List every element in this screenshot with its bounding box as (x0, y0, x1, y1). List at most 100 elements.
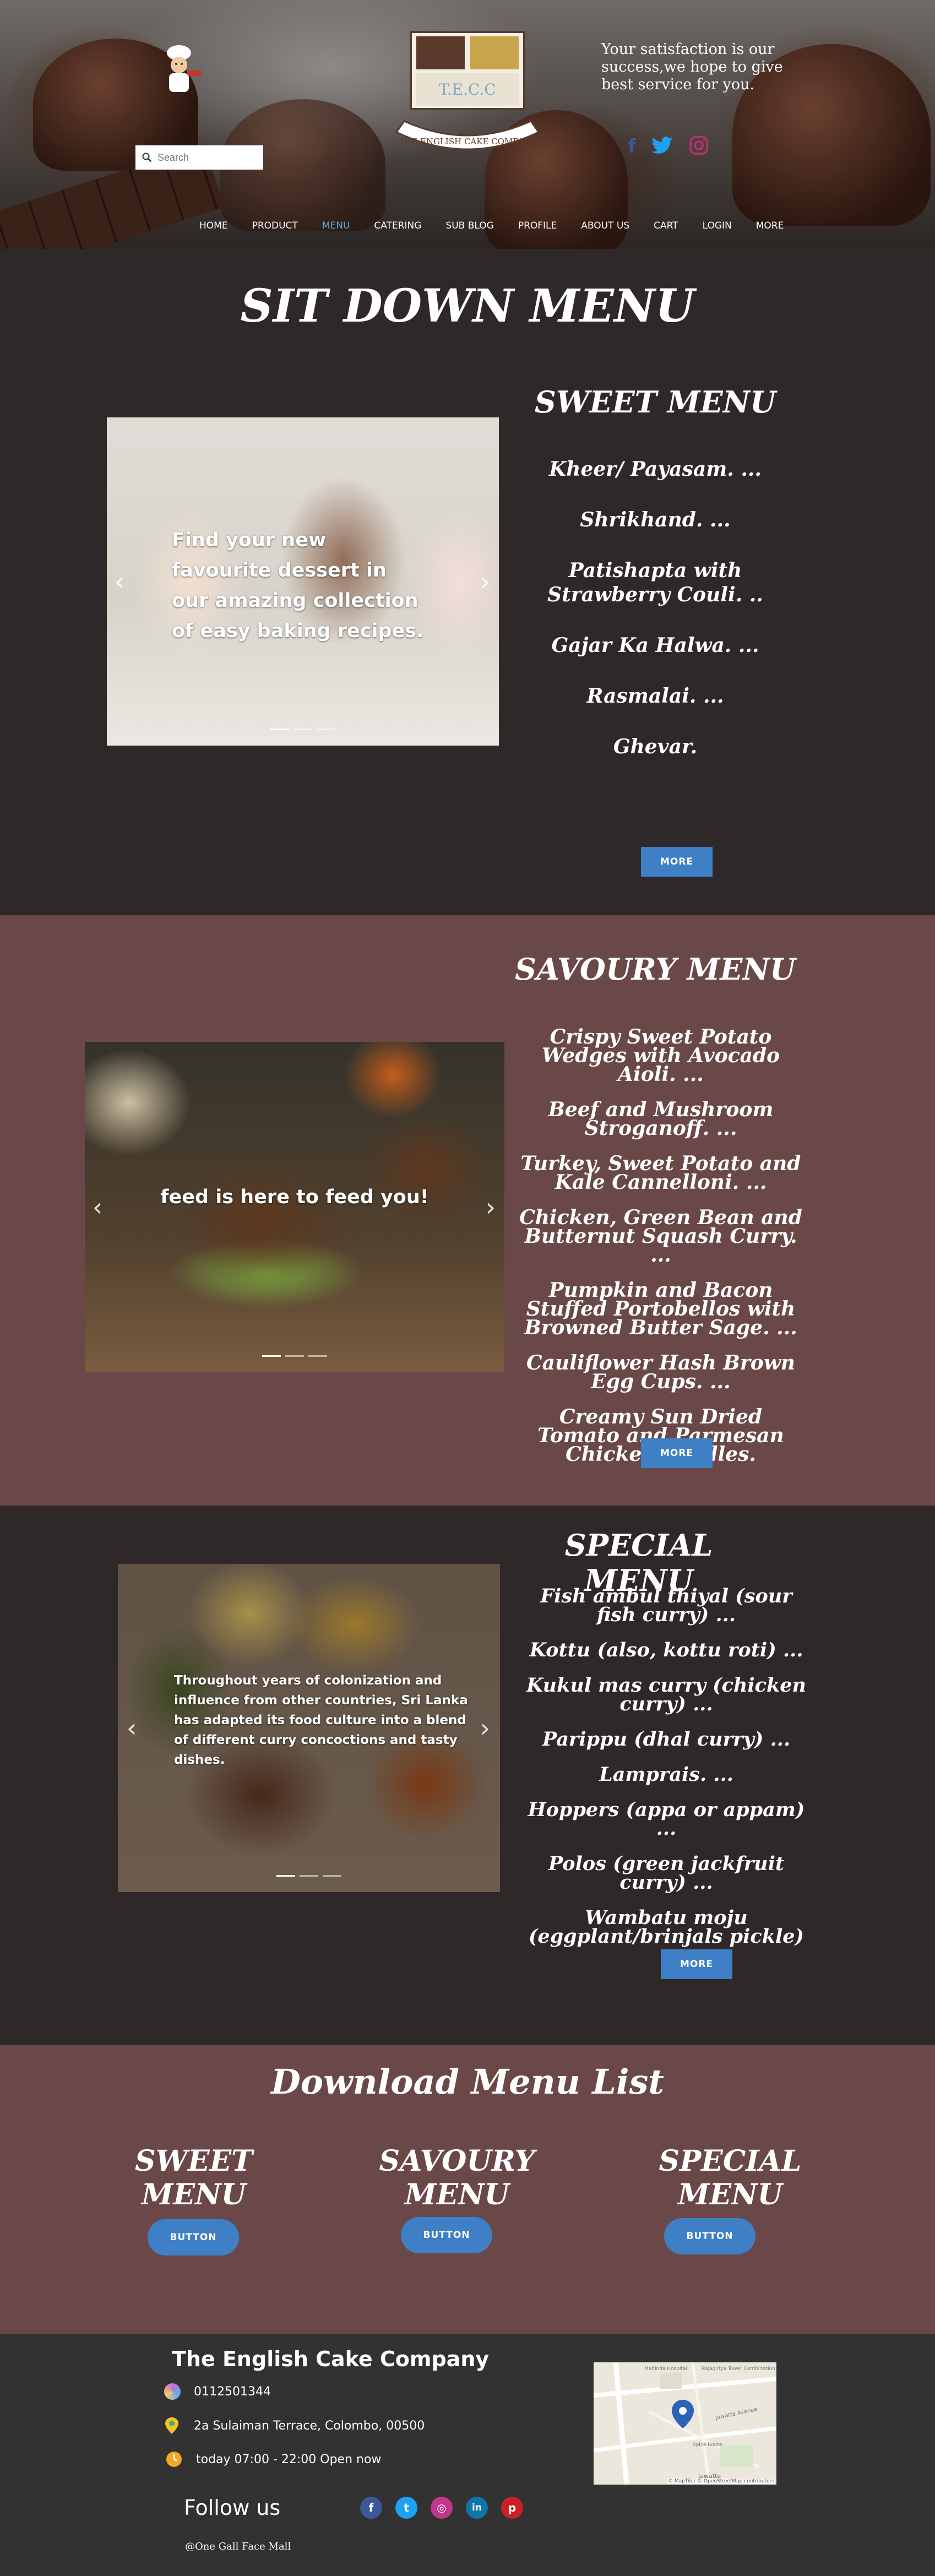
slider-next-arrow[interactable]: › (486, 1192, 496, 1222)
slider-caption: feed is here to feed you! (160, 1186, 429, 1208)
slider-next-arrow[interactable]: › (480, 1713, 490, 1743)
savoury-menu-list: Crispy Sweet Potato Wedges with Avocado … (518, 1025, 804, 1464)
menu-item: Patishapta with Strawberry Couli. .. (547, 559, 763, 606)
slider-dots (262, 1355, 327, 1357)
menu-item: Crispy Sweet Potato Wedges with Avocado … (541, 1025, 780, 1086)
map-label: Mahinda Hospital (644, 2366, 687, 2372)
footer-phone[interactable]: 0112501344 (194, 2385, 271, 2399)
header-tagline: Your satisfaction is our success,we hope… (601, 41, 783, 93)
menu-item: Hoppers (appa or appam) ... (528, 1798, 805, 1840)
map-credit[interactable]: © MapTiler © OpenStreetMap contributors (666, 2479, 775, 2484)
slider-dot[interactable] (300, 1875, 318, 1877)
download-heading: SAVOURY MENU (379, 2144, 535, 2211)
slider-dot[interactable] (276, 1875, 295, 1877)
clock-icon (166, 2452, 182, 2467)
menu-item: Shrikhand. ... (580, 508, 731, 531)
sweet-more-button[interactable]: MORE (641, 847, 713, 877)
linkedin-icon[interactable]: in (466, 2497, 488, 2519)
download-savoury-button[interactable]: BUTTON (401, 2217, 492, 2253)
search-input[interactable] (157, 151, 257, 164)
slider-prev-arrow[interactable]: ‹ (93, 1192, 102, 1222)
footer-phone-row: 0112501344 (164, 2383, 271, 2400)
slider-prev-arrow[interactable]: ‹ (127, 1713, 137, 1743)
header-banner: T.E.C.C THE ENGLISH CAKE COMPANY Your sa… (0, 0, 935, 249)
slider-dot[interactable] (323, 1875, 341, 1877)
menu-item: Kottu (also, kottu roti) ... (529, 1639, 803, 1661)
follow-us-label: Follow us (184, 2496, 281, 2520)
twitter-icon[interactable] (651, 135, 673, 155)
menu-item: Chicken, Green Bean and Butternut Squash… (519, 1206, 802, 1267)
nav-login[interactable]: LOGIN (691, 220, 744, 231)
slider-dot[interactable] (262, 1355, 281, 1357)
savoury-slider[interactable]: feed is here to feed you! ‹ › (85, 1042, 504, 1372)
download-heading: SWEET MENU (135, 2144, 253, 2211)
instagram-icon[interactable]: ◎ (431, 2497, 453, 2519)
footer-address: 2a Sulaiman Terrace, Colombo, 00500 (194, 2419, 425, 2433)
facebook-icon[interactable]: f (360, 2497, 382, 2519)
sitdown-menu-section: SIT DOWN MENU Find your new favourite de… (0, 249, 935, 915)
menu-item: Kheer/ Payasam. ... (549, 458, 762, 481)
download-heading: SPECIAL MENU (659, 2144, 802, 2211)
instagram-icon[interactable] (689, 135, 709, 155)
menu-item: Turkey, Sweet Potato and Kale Cannelloni… (520, 1152, 801, 1194)
map-image: Jawatte Jawatte Avenue Spice Route Rajag… (594, 2362, 776, 2485)
twitter-icon[interactable]: t (395, 2497, 417, 2519)
map-label: Spice Route (693, 2442, 722, 2448)
slider-prev-arrow[interactable]: ‹ (115, 567, 124, 596)
nav-profile[interactable]: PROFILE (506, 220, 569, 231)
footer-hours: today 07:00 - 22:00 Open now (196, 2452, 382, 2466)
nav-about-us[interactable]: ABOUT US (569, 220, 642, 231)
nav-catering[interactable]: CATERING (362, 220, 433, 231)
slider-dots (276, 1875, 341, 1877)
footer: The English Cake Company 0112501344 2a S… (0, 2334, 935, 2576)
menu-item: Gajar Ka Halwa. ... (551, 634, 759, 657)
slider-dot[interactable] (270, 729, 289, 730)
footer-company-name: The English Cake Company (172, 2347, 490, 2371)
nav-more[interactable]: MORE (744, 220, 796, 231)
location-map[interactable]: Jawatte Jawatte Avenue Spice Route Rajag… (594, 2362, 776, 2485)
menu-item: Rasmalai. ... (586, 684, 724, 708)
phone-icon (164, 2383, 181, 2400)
logo-banner-text: THE ENGLISH CAKE COMPANY (399, 137, 537, 146)
nav-sub-blog[interactable]: SUB BLOG (433, 220, 505, 231)
savoury-more-button[interactable]: MORE (641, 1438, 713, 1468)
download-sweet-button[interactable]: BUTTON (148, 2219, 239, 2256)
pinterest-icon[interactable]: p (501, 2497, 523, 2519)
page-title: SIT DOWN MENU (240, 280, 695, 333)
chef-icon (167, 45, 202, 92)
special-menu-list: Fish ambul thiyal (sour fish curry) ... … (523, 1585, 809, 1948)
nav-cart[interactable]: CART (642, 220, 690, 231)
nav-product[interactable]: PRODUCT (240, 220, 310, 231)
menu-item: Wambatu moju (eggplant/brinjals pickle) (528, 1906, 804, 1948)
header-social-links: f (628, 135, 709, 157)
sweet-menu-list: Kheer/ Payasam. ... Shrikhand. ... Patis… (529, 457, 782, 759)
menu-item: Fish ambul thiyal (sour fish curry) ... (540, 1585, 792, 1626)
special-slider[interactable]: Throughout years of colonization and inf… (118, 1564, 500, 1892)
slider-dot[interactable] (308, 1355, 327, 1357)
slider-next-arrow[interactable]: › (480, 567, 490, 596)
download-column-savoury: SAVOURY MENU (341, 2144, 573, 2211)
footer-hours-row: today 07:00 - 22:00 Open now (165, 2450, 381, 2468)
slider-dot[interactable] (317, 729, 335, 730)
main-nav: HOME PRODUCT MENU CATERING SUB BLOG PROF… (187, 220, 796, 231)
download-menu-section: Download Menu List SWEET MENU BUTTON SAV… (0, 2045, 935, 2334)
footer-social-links: f t ◎ in p (360, 2497, 523, 2519)
sweet-slider[interactable]: Find your new favourite dessert in our a… (107, 417, 499, 746)
menu-item: Beef and Mushroom Stroganoff. ... (548, 1098, 774, 1140)
special-more-button[interactable]: MORE (661, 1949, 732, 1979)
menu-item: Pumpkin and Bacon Stuffed Portobellos wi… (524, 1279, 797, 1339)
facebook-icon[interactable]: f (628, 135, 636, 157)
search-box[interactable] (135, 145, 263, 170)
slider-caption: Throughout years of colonization and inf… (174, 1673, 468, 1767)
slider-dot[interactable] (285, 1355, 304, 1357)
nav-home[interactable]: HOME (187, 220, 240, 231)
download-column-special: SPECIAL MENU (615, 2144, 846, 2211)
slider-dot[interactable] (293, 729, 312, 730)
logo-initials: T.E.C.C (439, 80, 496, 99)
nav-menu[interactable]: MENU (310, 220, 362, 231)
download-special-button[interactable]: BUTTON (664, 2218, 755, 2254)
company-logo[interactable]: T.E.C.C THE ENGLISH CAKE COMPANY (389, 29, 546, 166)
menu-item: Lamprais. ... (599, 1763, 733, 1786)
menu-item: Kukul mas curry (chicken curry) ... (526, 1674, 806, 1715)
menu-item: Parippu (dhal curry) ... (542, 1728, 791, 1751)
